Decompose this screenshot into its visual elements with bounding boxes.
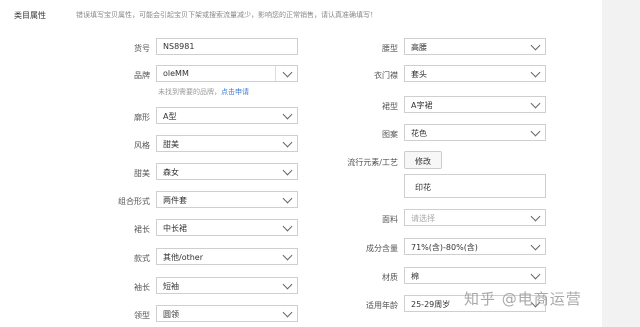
combination-value: 两件套	[163, 196, 187, 205]
label-waist: 腰型	[382, 44, 398, 53]
section-title: 类目属性	[14, 11, 46, 20]
chevron-down-icon	[282, 109, 293, 120]
material-value: 棉	[411, 272, 419, 281]
material-select[interactable]: 棉	[404, 267, 546, 284]
label-item-number: 货号	[134, 44, 150, 53]
sweet-value: 森女	[163, 168, 179, 177]
silhouette-select[interactable]: A型	[156, 107, 298, 124]
silhouette-value: A型	[163, 112, 177, 121]
chevron-down-icon	[282, 165, 293, 176]
chevron-down-icon	[282, 221, 293, 232]
chevron-down-icon	[530, 67, 541, 78]
label-material: 材质	[382, 273, 398, 282]
chevron-down-icon	[530, 269, 541, 280]
sweet-select[interactable]: 森女	[156, 163, 298, 180]
label-age: 适用年龄	[366, 301, 398, 310]
label-sleeve-length: 袖长	[134, 283, 150, 292]
brand-hint: 未找到需要的品牌，点击申请	[158, 87, 249, 97]
collar-select[interactable]: 圆领	[156, 305, 298, 322]
label-sweet: 甜美	[134, 169, 150, 178]
watermark: 知乎 @电商运营	[464, 290, 582, 308]
skirt-length-select[interactable]: 中长裙	[156, 219, 298, 236]
page-gutter	[602, 0, 640, 327]
label-combination: 组合形式	[118, 197, 150, 206]
item-number-input[interactable]: NS8981	[156, 38, 298, 55]
chevron-down-icon	[530, 240, 541, 251]
chevron-down-icon	[282, 279, 293, 290]
composition-select[interactable]: 71%(含)-80%(含)	[404, 238, 546, 255]
skirt-type-value: A字裙	[411, 101, 433, 110]
waist-value: 高腰	[411, 43, 427, 52]
chevron-down-icon[interactable]	[282, 67, 293, 78]
label-fabric: 面料	[382, 215, 398, 224]
label-composition: 成分含量	[366, 244, 398, 253]
label-silhouette: 廓形	[134, 113, 150, 122]
fabric-placeholder: 请选择	[411, 214, 435, 223]
age-value: 25-29周岁	[411, 300, 451, 309]
brand-divider	[275, 66, 276, 81]
pattern-style-value: 其他/other	[163, 253, 204, 262]
collar-value: 圆领	[163, 310, 179, 319]
label-pattern-style: 款式	[134, 254, 150, 263]
sleeve-length-value: 短袖	[163, 282, 179, 291]
trend-element-textarea[interactable]: 印花	[404, 174, 546, 198]
chevron-down-icon	[282, 137, 293, 148]
chevron-down-icon	[530, 126, 541, 137]
label-skirt-type: 裙型	[382, 102, 398, 111]
modify-button-label: 修改	[415, 157, 431, 166]
modify-button[interactable]: 修改	[404, 151, 442, 169]
chevron-down-icon	[530, 40, 541, 51]
attribute-panel: 类目属性 错误填写宝贝属性，可能会引起宝贝下架或搜索流量减少，影响您的正常销售，…	[0, 0, 602, 327]
placket-select[interactable]: 套头	[404, 65, 546, 82]
composition-value: 71%(含)-80%(含)	[411, 243, 478, 252]
item-number-value: NS8981	[163, 42, 195, 51]
combination-select[interactable]: 两件套	[156, 191, 298, 208]
brand-hint-text: 未找到需要的品牌，	[158, 88, 221, 96]
sleeve-length-select[interactable]: 短袖	[156, 277, 298, 294]
brand-value: oleMM	[163, 69, 189, 78]
chevron-down-icon	[530, 98, 541, 109]
label-trend-element: 流行元素/工艺	[347, 158, 398, 167]
style-select[interactable]: 甜美	[156, 135, 298, 152]
pattern-select[interactable]: 花色	[404, 124, 546, 141]
label-style: 风格	[134, 141, 150, 150]
label-pattern: 图案	[382, 130, 398, 139]
pattern-style-select[interactable]: 其他/other	[156, 248, 298, 265]
label-placket: 衣门襟	[374, 71, 398, 80]
chevron-down-icon	[530, 211, 541, 222]
trend-element-value: 印花	[415, 183, 431, 192]
label-collar: 领型	[134, 311, 150, 320]
skirt-length-value: 中长裙	[163, 224, 187, 233]
apply-brand-link[interactable]: 点击申请	[221, 88, 249, 96]
brand-combobox[interactable]: oleMM	[156, 65, 298, 82]
skirt-type-select[interactable]: A字裙	[404, 96, 546, 113]
label-brand: 品牌	[134, 71, 150, 80]
waist-select[interactable]: 高腰	[404, 38, 546, 55]
section-hint: 错误填写宝贝属性，可能会引起宝贝下架或搜索流量减少，影响您的正常销售，请认真准确…	[76, 11, 377, 19]
fabric-select[interactable]: 请选择	[404, 209, 546, 226]
style-value: 甜美	[163, 140, 179, 149]
chevron-down-icon	[282, 250, 293, 261]
chevron-down-icon	[282, 193, 293, 204]
placket-value: 套头	[411, 70, 427, 79]
pattern-value: 花色	[411, 129, 427, 138]
chevron-down-icon	[282, 307, 293, 318]
label-skirt-length: 裙长	[134, 225, 150, 234]
